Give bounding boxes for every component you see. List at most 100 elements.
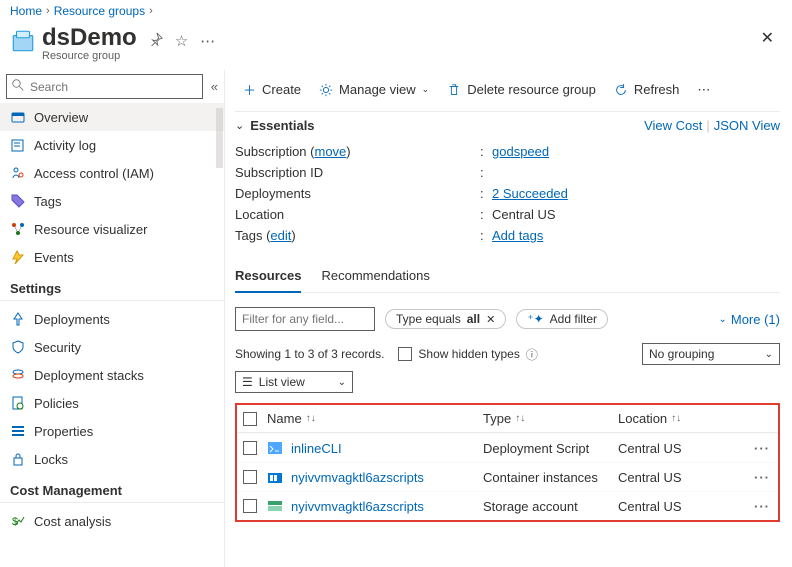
breadcrumb: Home › Resource groups › bbox=[0, 0, 792, 22]
json-view-link[interactable]: JSON View bbox=[714, 118, 780, 133]
sidebar-item-overview[interactable]: Overview bbox=[0, 103, 224, 131]
sidebar-item-security[interactable]: Security bbox=[0, 333, 224, 361]
table-row[interactable]: nyivvmvagktl6azscripts Container instanc… bbox=[237, 462, 778, 491]
overview-icon bbox=[10, 109, 26, 125]
list-icon: ☰ bbox=[242, 375, 253, 389]
sort-icon: ↑↓ bbox=[671, 413, 681, 424]
tags-icon bbox=[10, 193, 26, 209]
lock-icon bbox=[10, 451, 26, 467]
more-commands-button[interactable]: ⋯ bbox=[689, 78, 718, 102]
tab-recommendations[interactable]: Recommendations bbox=[321, 262, 429, 292]
resource-name-link[interactable]: nyivvmvagktl6azscripts bbox=[291, 499, 424, 514]
tags-edit-link[interactable]: edit bbox=[270, 228, 291, 243]
chevron-right-icon: › bbox=[46, 5, 50, 17]
more-icon: ⋯ bbox=[697, 82, 710, 98]
more-icon[interactable]: ⋯ bbox=[200, 32, 215, 50]
sidebar-item-label: Resource visualizer bbox=[34, 222, 147, 237]
star-icon[interactable]: ☆ bbox=[175, 32, 188, 50]
add-tags-link[interactable]: Add tags bbox=[492, 228, 543, 243]
select-all-checkbox[interactable] bbox=[243, 412, 257, 426]
collapse-sidebar-button[interactable]: « bbox=[211, 79, 218, 94]
column-header-location[interactable]: Location ↑↓ bbox=[618, 411, 714, 426]
create-button[interactable]: ＋ Create bbox=[235, 76, 309, 103]
tabs: Resources Recommendations bbox=[235, 262, 780, 293]
main-content: ＋ Create Manage view ⌄ Delete resource g… bbox=[225, 70, 792, 567]
chevron-down-icon: ⌄ bbox=[338, 377, 346, 388]
add-filter-button[interactable]: ⁺✦ Add filter bbox=[516, 309, 608, 329]
storage-account-icon bbox=[267, 498, 283, 514]
sidebar-item-resource-visualizer[interactable]: Resource visualizer bbox=[0, 215, 224, 243]
sidebar-item-access-control[interactable]: Access control (IAM) bbox=[0, 159, 224, 187]
results-meta-row: Showing 1 to 3 of 3 records. Show hidden… bbox=[235, 343, 780, 365]
close-button[interactable]: ✕ bbox=[753, 24, 782, 52]
chevron-down-icon: ⌄ bbox=[422, 84, 430, 95]
scrollbar-thumb[interactable] bbox=[216, 108, 223, 168]
trash-icon bbox=[447, 83, 461, 97]
sidebar-item-policies[interactable]: Policies bbox=[0, 389, 224, 417]
refresh-button[interactable]: Refresh bbox=[606, 78, 688, 101]
row-more-button[interactable]: ··· bbox=[752, 441, 772, 456]
pin-icon[interactable] bbox=[149, 32, 163, 50]
sidebar-item-cost-analysis[interactable]: $ Cost analysis bbox=[0, 507, 224, 535]
chevron-down-icon: ⌄ bbox=[235, 119, 244, 132]
column-header-type[interactable]: Type ↑↓ bbox=[483, 411, 618, 426]
resource-name-link[interactable]: inlineCLI bbox=[291, 441, 342, 456]
manage-view-button[interactable]: Manage view ⌄ bbox=[311, 78, 437, 101]
row-checkbox[interactable] bbox=[243, 499, 257, 513]
search-input-wrapper[interactable] bbox=[6, 74, 203, 99]
subscription-move-link[interactable]: move bbox=[315, 144, 347, 159]
sidebar-item-label: Deployments bbox=[34, 312, 110, 327]
row-checkbox[interactable] bbox=[243, 470, 257, 484]
access-control-icon bbox=[10, 165, 26, 181]
search-input[interactable] bbox=[30, 80, 197, 94]
info-icon[interactable]: ⓘ bbox=[526, 346, 538, 363]
sidebar-item-deployments[interactable]: Deployments bbox=[0, 305, 224, 333]
add-filter-icon: ⁺✦ bbox=[527, 312, 543, 326]
table-row[interactable]: nyivvmvagktl6azscripts Storage account C… bbox=[237, 491, 778, 520]
clear-filter-icon[interactable]: ✕ bbox=[486, 313, 495, 326]
row-checkbox[interactable] bbox=[243, 441, 257, 455]
view-cost-link[interactable]: View Cost bbox=[644, 118, 702, 133]
show-hidden-checkbox[interactable] bbox=[398, 347, 412, 361]
grouping-select[interactable]: No grouping ⌄ bbox=[642, 343, 780, 365]
sidebar-item-events[interactable]: Events bbox=[0, 243, 224, 271]
activity-log-icon bbox=[10, 137, 26, 153]
sidebar-item-tags[interactable]: Tags bbox=[0, 187, 224, 215]
resource-location-cell: Central US bbox=[618, 499, 714, 514]
events-icon bbox=[10, 249, 26, 265]
more-filters-button[interactable]: ⌄ More (1) bbox=[718, 312, 780, 327]
deployments-value-link[interactable]: 2 Succeeded bbox=[492, 186, 568, 201]
type-filter-pill[interactable]: Type equals all ✕ bbox=[385, 309, 506, 329]
resource-visualizer-icon bbox=[10, 221, 26, 237]
essentials-grid: Subscription (move) : godspeed Subscript… bbox=[235, 139, 780, 256]
resource-location-cell: Central US bbox=[618, 441, 714, 456]
resource-name-link[interactable]: nyivvmvagktl6azscripts bbox=[291, 470, 424, 485]
resource-type-cell: Container instances bbox=[483, 470, 618, 485]
row-more-button[interactable]: ··· bbox=[752, 470, 772, 485]
tab-resources[interactable]: Resources bbox=[235, 262, 301, 293]
column-header-name[interactable]: Name ↑↓ bbox=[267, 411, 483, 426]
subscription-value-link[interactable]: godspeed bbox=[492, 144, 549, 159]
sort-icon: ↑↓ bbox=[306, 413, 316, 424]
filter-input[interactable] bbox=[235, 307, 375, 331]
location-value: Central US bbox=[492, 207, 556, 222]
sidebar-item-activity-log[interactable]: Activity log bbox=[0, 131, 224, 159]
row-more-button[interactable]: ··· bbox=[752, 499, 772, 514]
breadcrumb-home[interactable]: Home bbox=[10, 4, 42, 18]
deployment-script-icon bbox=[267, 440, 283, 456]
cost-analysis-icon: $ bbox=[10, 513, 26, 529]
page-header: dsDemo Resource group ☆ ⋯ ✕ bbox=[0, 22, 792, 70]
essentials-header[interactable]: ⌄ Essentials View Cost | JSON View bbox=[235, 112, 780, 139]
gear-icon bbox=[319, 83, 333, 97]
table-row[interactable]: inlineCLI Deployment Script Central US ·… bbox=[237, 433, 778, 462]
resource-location-cell: Central US bbox=[618, 470, 714, 485]
breadcrumb-resource-groups[interactable]: Resource groups bbox=[54, 4, 145, 18]
sidebar-item-properties[interactable]: Properties bbox=[0, 417, 224, 445]
essentials-deployments-label: Deployments bbox=[235, 186, 480, 201]
essentials-title: Essentials bbox=[250, 118, 314, 133]
sidebar-item-locks[interactable]: Locks bbox=[0, 445, 224, 473]
delete-button[interactable]: Delete resource group bbox=[439, 78, 604, 101]
sidebar-item-deployment-stacks[interactable]: Deployment stacks bbox=[0, 361, 224, 389]
chevron-right-icon: › bbox=[149, 5, 153, 17]
list-view-select[interactable]: ☰ List view ⌄ bbox=[235, 371, 353, 393]
